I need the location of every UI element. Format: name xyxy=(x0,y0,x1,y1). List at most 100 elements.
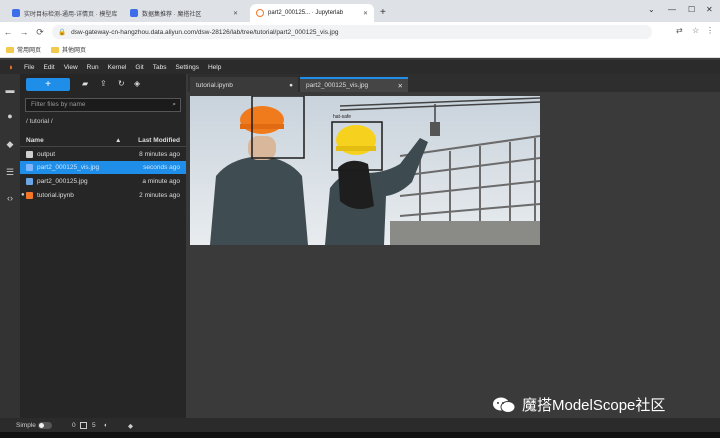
table-of-contents-icon[interactable]: ☰ xyxy=(4,166,16,178)
new-folder-icon[interactable]: ▰ xyxy=(82,79,88,88)
menu-view[interactable]: View xyxy=(64,64,78,71)
taskbar-strip xyxy=(0,432,720,438)
folder-icon xyxy=(51,46,60,53)
file-name: part2_000125_vis.jpg xyxy=(37,164,100,171)
file-name: part2_000125.jpg xyxy=(37,178,88,185)
column-name-header[interactable]: Name xyxy=(26,137,44,144)
git-status-icon[interactable]: ◆ xyxy=(128,422,133,430)
watermark-text: 魔搭ModelScope社区 xyxy=(522,397,666,414)
git-icon[interactable]: ◆ xyxy=(4,138,16,150)
translate-icon[interactable]: ⇄ xyxy=(676,26,683,35)
folder-icon[interactable]: ▬ xyxy=(4,84,16,96)
menu-file[interactable]: File xyxy=(24,64,34,71)
breadcrumb[interactable]: / tutorial / xyxy=(26,118,53,125)
wechat-icon xyxy=(493,397,516,413)
detection-label: hat-safe xyxy=(333,114,351,120)
chevron-down-icon[interactable]: ⌄ xyxy=(648,5,655,14)
browser-tab-label: 实时目标检测-通用-详情页 · 模型库 xyxy=(24,11,118,18)
watermark: 魔搭ModelScope社区 xyxy=(492,394,665,415)
file-modified: 8 minutes ago xyxy=(139,151,180,158)
menu-settings[interactable]: Settings xyxy=(175,64,199,71)
folder-icon xyxy=(6,46,14,53)
unsaved-dot-icon[interactable]: ● xyxy=(289,82,293,89)
filter-files-input[interactable]: Filter files by name ⌕ xyxy=(25,98,181,112)
file-row-output[interactable]: output 8 minutes ago xyxy=(20,148,186,161)
modelscope-favicon-icon xyxy=(130,9,138,17)
close-icon[interactable]: ✕ xyxy=(117,10,120,17)
tab-vis-image[interactable]: part2_000125_vis.jpg ✕ xyxy=(300,77,408,92)
address-bar-row: ← → ⟳ 🔒 dsw-gateway-cn-hangzhou.data.ali… xyxy=(0,22,720,42)
file-browser: + ▰ ⇪ ↻ ◈ Filter files by name ⌕ / tutor… xyxy=(20,74,186,418)
bookmark-label: 其他网页 xyxy=(62,48,87,54)
menu-tabs[interactable]: Tabs xyxy=(153,64,167,71)
close-icon[interactable]: ✕ xyxy=(227,10,238,17)
git-clone-icon[interactable]: ◈ xyxy=(134,79,140,88)
file-name: output xyxy=(37,151,56,158)
file-row-vis-jpg[interactable]: part2_000125_vis.jpg seconds ago xyxy=(20,161,186,174)
lock-icon: 🔒 xyxy=(58,29,67,36)
jupyter-menubar: ◗ File Edit View Run Kernel Git Tabs Set… xyxy=(0,60,720,74)
close-icon[interactable]: ✕ xyxy=(357,10,368,17)
running-dot-icon: ● xyxy=(21,192,25,198)
simple-mode-label: Simple xyxy=(16,422,36,429)
main-dock-area: tutorial.ipynb ● part2_000125_vis.jpg ✕ xyxy=(188,74,720,418)
browser-tab-jupyter[interactable]: part2_000125... · Jupyterlab ✕ xyxy=(250,4,374,22)
new-launcher-button[interactable]: + xyxy=(26,78,70,91)
tab-tutorial-notebook[interactable]: tutorial.ipynb ● xyxy=(190,77,298,92)
status-count-a[interactable]: 0 xyxy=(72,422,76,429)
jupyter-favicon-icon xyxy=(256,9,264,17)
jupyter-logo-icon: ◗ xyxy=(8,62,14,72)
new-tab-icon[interactable]: + xyxy=(380,7,386,18)
file-name: tutorial.ipynb xyxy=(37,192,74,199)
terminal-status-icon[interactable] xyxy=(80,422,87,429)
simple-mode-toggle[interactable] xyxy=(38,422,52,429)
url-input[interactable]: 🔒 dsw-gateway-cn-hangzhou.data.aliyun.co… xyxy=(52,25,652,39)
forward-icon[interactable]: → xyxy=(16,27,32,37)
code-icon[interactable]: ‹› xyxy=(4,192,16,204)
browser-tab-label: part2_000125... · Jupyterlab xyxy=(268,10,344,16)
menu-edit[interactable]: Edit xyxy=(43,64,54,71)
close-icon[interactable]: ✕ xyxy=(398,82,403,90)
document-tabbar: tutorial.ipynb ● part2_000125_vis.jpg ✕ xyxy=(188,74,720,92)
menu-help[interactable]: Help xyxy=(208,64,221,71)
minimize-icon[interactable]: — xyxy=(668,5,676,14)
file-row-notebook[interactable]: ● tutorial.ipynb 2 minutes ago xyxy=(20,189,186,202)
bookmark-folder-common[interactable]: 常用网页 xyxy=(6,45,41,54)
modelscope-favicon-icon xyxy=(12,9,20,17)
search-icon: ⌕ xyxy=(172,101,176,108)
menu-git[interactable]: Git xyxy=(135,64,143,71)
browser-tab-model[interactable]: 实时目标检测-通用-详情页 · 模型库 ✕ xyxy=(6,4,120,22)
tab-label: part2_000125_vis.jpg xyxy=(306,82,369,89)
bookmark-label: 常用网页 xyxy=(17,48,42,54)
menu-run[interactable]: Run xyxy=(87,64,99,71)
window-close-icon[interactable]: ✕ xyxy=(706,5,713,14)
upload-icon[interactable]: ⇪ xyxy=(100,79,107,88)
back-icon[interactable]: ← xyxy=(0,27,16,37)
construction-detection-image: hat-safe xyxy=(190,96,540,245)
running-icon[interactable]: ● xyxy=(4,110,16,122)
star-icon[interactable]: ☆ xyxy=(692,26,699,35)
sort-arrow-icon[interactable]: ▲ xyxy=(115,137,121,144)
reload-icon[interactable]: ⟳ xyxy=(32,27,48,38)
kernel-status-icon[interactable]: ◐ xyxy=(104,422,108,429)
menu-icon[interactable]: ⋮ xyxy=(706,26,714,35)
status-count-b[interactable]: 5 xyxy=(92,422,96,429)
file-row-jpg[interactable]: part2_000125.jpg a minute ago xyxy=(20,175,186,188)
file-modified: seconds ago xyxy=(143,164,180,171)
browser-tab-label: 数据集推荐 · 魔搭社区 xyxy=(142,11,202,18)
maximize-icon[interactable]: ☐ xyxy=(688,5,695,14)
bookmark-folder-other[interactable]: 其他网页 xyxy=(51,45,86,54)
browser-tab-datasets[interactable]: 数据集推荐 · 魔搭社区 ✕ xyxy=(124,4,244,22)
filter-placeholder: Filter files by name xyxy=(31,101,86,108)
file-modified: 2 minutes ago xyxy=(139,192,180,199)
image-viewer: hat-safe xyxy=(190,96,540,245)
menu-kernel[interactable]: Kernel xyxy=(108,64,127,71)
refresh-icon[interactable]: ↻ xyxy=(118,79,125,88)
url-text: dsw-gateway-cn-hangzhou.data.aliyun.com/… xyxy=(71,28,339,36)
file-list-header: Name ▲ Last Modified xyxy=(20,135,186,147)
file-browser-toolbar: + ▰ ⇪ ↻ ◈ xyxy=(20,78,186,92)
tab-label: tutorial.ipynb xyxy=(196,82,233,89)
image-file-icon xyxy=(26,164,33,171)
column-modified-header[interactable]: Last Modified xyxy=(138,137,180,144)
file-modified: a minute ago xyxy=(142,178,180,185)
